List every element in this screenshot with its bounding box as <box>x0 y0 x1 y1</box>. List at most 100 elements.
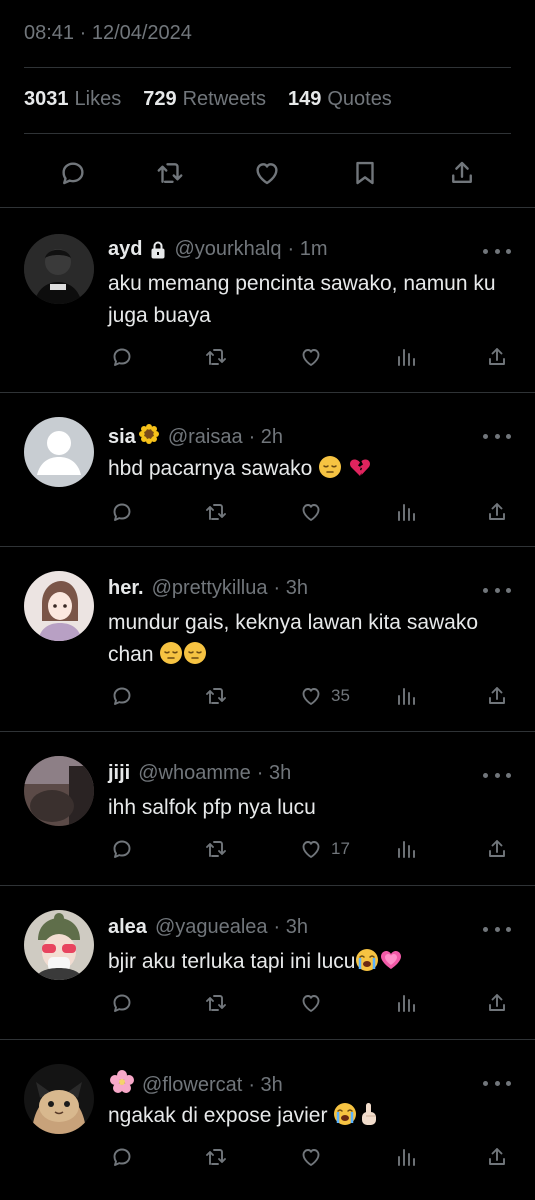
avatar[interactable] <box>24 910 94 980</box>
reply-author-handle[interactable]: @whoamme <box>138 762 251 785</box>
pointing-up-icon <box>357 1102 381 1136</box>
reply-time: · 3h <box>248 1073 283 1096</box>
retweet-icon[interactable] <box>204 683 228 709</box>
views-icon[interactable] <box>394 1144 418 1170</box>
views-icon[interactable] <box>394 683 418 709</box>
reply-author-handle[interactable]: @prettykillua <box>152 577 268 600</box>
quotes-count[interactable]: 149 <box>288 88 321 111</box>
pensive-face-icon <box>183 641 207 675</box>
retweet-icon[interactable] <box>204 1144 228 1170</box>
avatar[interactable] <box>24 756 94 826</box>
retweet-icon[interactable] <box>204 836 228 862</box>
reply-icon[interactable] <box>110 344 134 370</box>
share-icon[interactable] <box>485 499 509 525</box>
likes-label[interactable]: Likes <box>75 88 122 111</box>
share-icon[interactable] <box>485 683 509 709</box>
reply-item[interactable]: sia @raisaa · 2h hbd pacarnya sawako <box>0 393 535 546</box>
reply-actions: 17 <box>0 836 535 866</box>
like-count: 35 <box>331 686 350 705</box>
loudly-crying-face-icon <box>333 1102 357 1136</box>
reply-author-name[interactable]: ayd <box>108 238 142 261</box>
avatar[interactable] <box>24 571 94 641</box>
reply-time: · 2h <box>248 425 284 448</box>
likes-count[interactable]: 3031 <box>24 88 69 111</box>
growing-heart-icon <box>379 948 403 982</box>
reply-actions <box>0 344 535 374</box>
bookmark-icon[interactable] <box>348 156 382 190</box>
reply-author-name[interactable]: her. <box>108 577 144 600</box>
reply-time: · 3h <box>273 916 309 938</box>
engagement-stats: 3031 Likes 729 Retweets 149 Quotes <box>24 88 414 111</box>
reply-item[interactable]: jiji @whoamme · 3h ihh salfok pfp nya lu… <box>0 732 535 885</box>
like-icon[interactable] <box>299 499 331 525</box>
reply-author-handle[interactable]: @raisaa <box>168 426 243 449</box>
views-icon[interactable] <box>394 344 418 370</box>
divider <box>24 133 511 134</box>
reply-item[interactable]: ayd @yourkhalq · 1m aku memang pencinta … <box>0 208 535 392</box>
reply-item[interactable]: her. @prettykillua · 3h mundur gais, kek… <box>0 547 535 731</box>
like-icon[interactable]: 35 <box>299 683 350 709</box>
sunflower-icon <box>138 423 160 451</box>
reply-icon[interactable] <box>110 499 134 525</box>
reply-author-name[interactable]: sia <box>108 426 136 449</box>
avatar[interactable] <box>24 1064 94 1134</box>
more-options-icon[interactable] <box>483 431 511 441</box>
more-options-icon[interactable] <box>483 1078 511 1088</box>
pensive-face-icon <box>159 641 183 675</box>
reply-time: · 3h <box>273 577 308 599</box>
broken-heart-icon <box>348 455 372 489</box>
reply-author-name[interactable]: alea <box>108 916 147 939</box>
reply-actions <box>0 499 535 529</box>
reply-author-handle[interactable]: @yourkhalq <box>174 238 281 261</box>
reply-text: ihh salfok pfp nya lucu <box>108 796 316 819</box>
share-icon[interactable] <box>485 836 509 862</box>
more-options-icon[interactable] <box>483 770 511 780</box>
avatar[interactable] <box>24 234 94 304</box>
like-icon[interactable] <box>299 1144 331 1170</box>
retweet-icon[interactable] <box>153 156 187 190</box>
reply-icon[interactable] <box>110 683 134 709</box>
share-icon[interactable] <box>485 344 509 370</box>
reply-icon[interactable] <box>110 1144 134 1170</box>
views-icon[interactable] <box>394 990 418 1016</box>
reply-icon[interactable] <box>110 990 134 1016</box>
reply-author-handle[interactable]: @flowercat <box>142 1074 242 1097</box>
more-options-icon[interactable] <box>483 246 511 256</box>
views-icon[interactable] <box>394 836 418 862</box>
lock-icon <box>150 241 166 259</box>
reply-text: ngakak di expose javier <box>108 1104 328 1127</box>
like-icon[interactable] <box>299 344 331 370</box>
tweet-action-bar <box>0 148 535 198</box>
cherry-blossom-icon <box>110 1070 134 1100</box>
reply-actions <box>0 990 535 1020</box>
more-options-icon[interactable] <box>483 924 511 934</box>
like-icon[interactable] <box>299 990 331 1016</box>
retweet-icon[interactable] <box>204 344 228 370</box>
share-icon[interactable] <box>485 990 509 1016</box>
reply-author-handle[interactable]: @yaguealea <box>155 916 268 939</box>
retweet-icon[interactable] <box>204 499 228 525</box>
reply-text: bjir aku terluka tapi ini lucu <box>108 950 356 973</box>
more-options-icon[interactable] <box>483 585 511 595</box>
share-icon[interactable] <box>485 1144 509 1170</box>
retweets-label[interactable]: Retweets <box>183 88 266 111</box>
avatar[interactable] <box>24 417 94 487</box>
reply-item[interactable]: alea @yaguealea · 3h bjir aku terluka ta… <box>0 886 535 1039</box>
reply-time: · 3h <box>256 762 292 784</box>
reply-actions <box>0 1144 535 1174</box>
like-count: 17 <box>331 839 350 858</box>
retweets-count[interactable]: 729 <box>143 88 176 111</box>
views-icon[interactable] <box>394 499 418 525</box>
reply-item[interactable]: @flowercat · 3h ngakak di expose javier <box>0 1040 535 1200</box>
share-icon[interactable] <box>445 156 479 190</box>
reply-author-name[interactable]: jiji <box>108 762 130 785</box>
quotes-label[interactable]: Quotes <box>327 88 391 111</box>
reply-text: hbd pacarnya sawako <box>108 457 313 480</box>
like-icon[interactable]: 17 <box>299 836 350 862</box>
reply-time: · 1m <box>287 238 328 260</box>
reply-icon[interactable] <box>56 156 90 190</box>
retweet-icon[interactable] <box>204 990 228 1016</box>
tweet-timestamp: 08:41 · 12/04/2024 <box>24 22 192 44</box>
like-icon[interactable] <box>250 156 284 190</box>
reply-icon[interactable] <box>110 836 134 862</box>
